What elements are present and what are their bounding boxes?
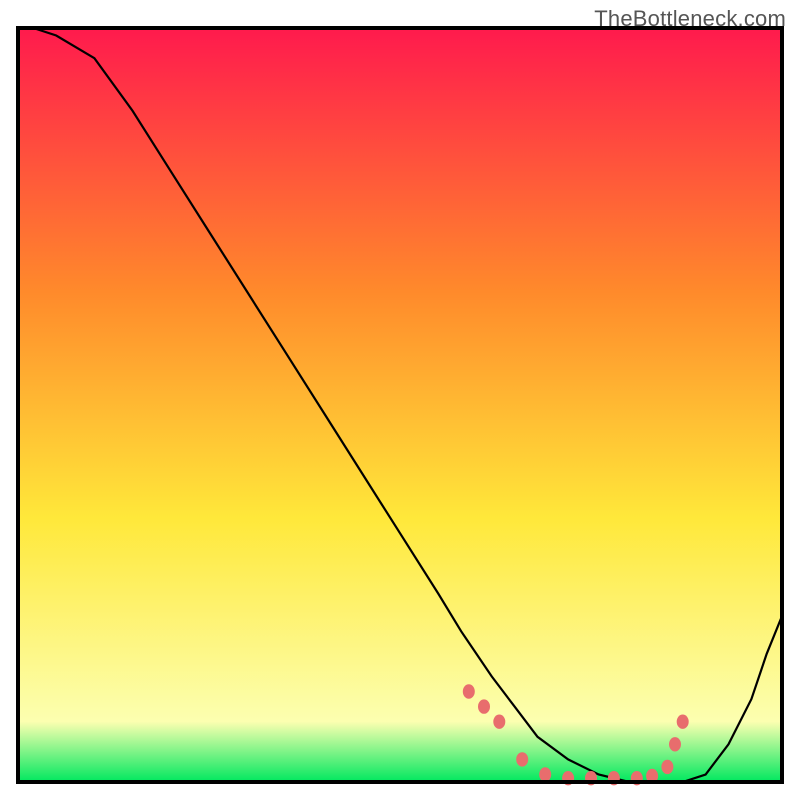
- highlight-dot: [677, 715, 689, 729]
- watermark-label: TheBottleneck.com: [594, 6, 786, 32]
- highlight-dot: [669, 737, 681, 751]
- plot-background: [18, 28, 782, 782]
- highlight-dot: [539, 767, 551, 781]
- highlight-dot: [478, 699, 490, 713]
- highlight-dot: [516, 752, 528, 766]
- highlight-dot: [661, 760, 673, 774]
- bottleneck-chart: [0, 0, 800, 800]
- chart-stage: TheBottleneck.com: [0, 0, 800, 800]
- highlight-dot: [493, 715, 505, 729]
- highlight-dot: [463, 684, 475, 698]
